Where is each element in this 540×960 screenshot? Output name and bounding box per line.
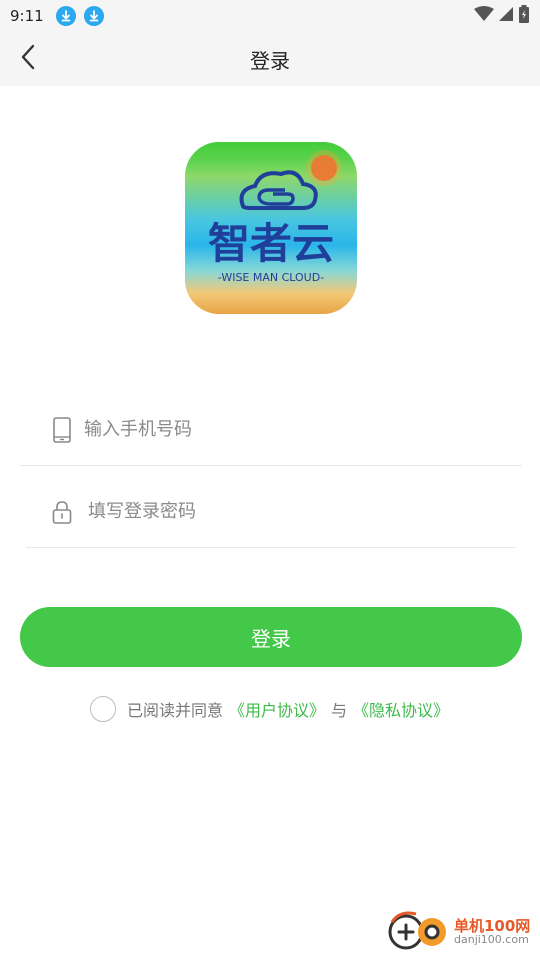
phone-input[interactable]: [84, 409, 522, 450]
download-icon: [83, 6, 104, 26]
logo-brand-en: -WISE MAN CLOUD-: [218, 271, 324, 284]
battery-icon: [518, 5, 530, 27]
watermark-url: danji100.com: [454, 933, 529, 947]
app-logo: 智者云 -WISE MAN CLOUD-: [185, 142, 357, 314]
page-title: 登录: [250, 48, 290, 73]
back-button[interactable]: [12, 42, 44, 76]
download-icon: [55, 6, 76, 26]
agreement-row: 已阅读并同意 《用户协议》 与 《隐私协议》: [90, 694, 455, 724]
phone-icon: [50, 416, 74, 444]
wifi-icon: [474, 6, 494, 26]
title-bar: 登录: [0, 32, 540, 86]
signal-icon: [498, 6, 514, 26]
user-agreement-link[interactable]: 《用户协议》: [229, 697, 325, 721]
privacy-agreement-link[interactable]: 《隐私协议》: [353, 697, 449, 721]
watermark-logo-icon: [386, 908, 450, 956]
watermark: 单机100网 danji100.com: [386, 906, 536, 958]
password-input[interactable]: [88, 491, 516, 532]
agreement-conjunction: 与: [331, 701, 348, 720]
lock-icon: [50, 498, 74, 526]
chevron-left-icon: [20, 44, 36, 74]
login-button[interactable]: 登录: [20, 607, 522, 667]
status-bar: 9:11: [0, 0, 540, 32]
agreement-prefix: 已阅读并同意: [127, 701, 224, 720]
status-time: 9:11: [10, 7, 44, 25]
status-indicators: [474, 5, 530, 27]
logo-brand-cn: 智者云: [208, 219, 334, 268]
agreement-checkbox[interactable]: [90, 696, 116, 722]
watermark-title: 单机100网: [454, 916, 531, 935]
phone-field: [20, 394, 522, 466]
password-field: [26, 476, 516, 548]
